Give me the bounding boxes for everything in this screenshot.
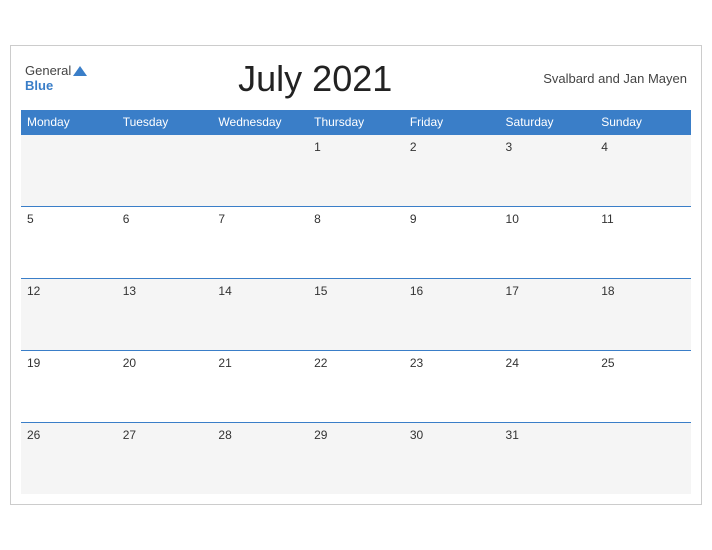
calendar-cell: 27	[117, 422, 213, 494]
week-row-2: 5 6 7 8 9 10 11	[21, 206, 691, 278]
calendar-cell: 4	[595, 134, 691, 206]
day-number: 24	[506, 356, 519, 370]
header-tuesday: Tuesday	[117, 110, 213, 135]
header-thursday: Thursday	[308, 110, 404, 135]
calendar-table: Monday Tuesday Wednesday Thursday Friday…	[21, 110, 691, 495]
calendar-cell: 15	[308, 278, 404, 350]
day-number: 1	[314, 140, 321, 154]
week-row-3: 12 13 14 15 16 17 18	[21, 278, 691, 350]
day-number: 4	[601, 140, 608, 154]
calendar-cell: 22	[308, 350, 404, 422]
day-number: 14	[218, 284, 231, 298]
weekday-header-row: Monday Tuesday Wednesday Thursday Friday…	[21, 110, 691, 135]
calendar-cell: 11	[595, 206, 691, 278]
day-number: 15	[314, 284, 327, 298]
logo-triangle-icon	[73, 66, 87, 76]
calendar-header: General Blue July 2021 Svalbard and Jan …	[21, 58, 691, 100]
calendar-cell: 16	[404, 278, 500, 350]
header-saturday: Saturday	[500, 110, 596, 135]
header-wednesday: Wednesday	[212, 110, 308, 135]
calendar-cell	[595, 422, 691, 494]
day-number: 3	[506, 140, 513, 154]
calendar-title: July 2021	[87, 58, 543, 100]
calendar-cell: 6	[117, 206, 213, 278]
logo: General Blue	[25, 64, 87, 93]
calendar-cell: 20	[117, 350, 213, 422]
calendar-cell: 5	[21, 206, 117, 278]
day-number: 25	[601, 356, 614, 370]
calendar-cell: 2	[404, 134, 500, 206]
logo-blue-text: Blue	[25, 79, 87, 93]
calendar-cell: 8	[308, 206, 404, 278]
calendar-cell: 29	[308, 422, 404, 494]
calendar-cell: 19	[21, 350, 117, 422]
calendar-cell: 17	[500, 278, 596, 350]
week-row-5: 26 27 28 29 30 31	[21, 422, 691, 494]
day-number: 16	[410, 284, 423, 298]
day-number: 21	[218, 356, 231, 370]
header-monday: Monday	[21, 110, 117, 135]
week-row-4: 19 20 21 22 23 24 25	[21, 350, 691, 422]
day-number: 9	[410, 212, 417, 226]
day-number: 18	[601, 284, 614, 298]
day-number: 28	[218, 428, 231, 442]
calendar-cell: 31	[500, 422, 596, 494]
logo-general-text: General	[25, 64, 87, 78]
day-number: 10	[506, 212, 519, 226]
calendar-cell	[21, 134, 117, 206]
day-number: 12	[27, 284, 40, 298]
day-number: 2	[410, 140, 417, 154]
calendar-cell: 21	[212, 350, 308, 422]
day-number: 17	[506, 284, 519, 298]
day-number: 7	[218, 212, 225, 226]
calendar: General Blue July 2021 Svalbard and Jan …	[10, 45, 702, 506]
calendar-cell: 1	[308, 134, 404, 206]
calendar-cell: 7	[212, 206, 308, 278]
header-friday: Friday	[404, 110, 500, 135]
day-number: 5	[27, 212, 34, 226]
calendar-cell: 30	[404, 422, 500, 494]
calendar-cell: 12	[21, 278, 117, 350]
calendar-cell: 10	[500, 206, 596, 278]
calendar-cell: 23	[404, 350, 500, 422]
day-number: 11	[601, 212, 613, 226]
calendar-cell: 18	[595, 278, 691, 350]
day-number: 30	[410, 428, 423, 442]
calendar-region: Svalbard and Jan Mayen	[543, 71, 687, 86]
day-number: 26	[27, 428, 40, 442]
day-number: 22	[314, 356, 327, 370]
calendar-cell: 24	[500, 350, 596, 422]
week-row-1: 1 2 3 4	[21, 134, 691, 206]
calendar-cell: 14	[212, 278, 308, 350]
calendar-cell: 25	[595, 350, 691, 422]
calendar-cell: 13	[117, 278, 213, 350]
day-number: 20	[123, 356, 136, 370]
header-sunday: Sunday	[595, 110, 691, 135]
day-number: 23	[410, 356, 423, 370]
day-number: 19	[27, 356, 40, 370]
day-number: 27	[123, 428, 136, 442]
day-number: 29	[314, 428, 327, 442]
calendar-cell: 28	[212, 422, 308, 494]
day-number: 8	[314, 212, 321, 226]
calendar-cell	[212, 134, 308, 206]
calendar-cell: 9	[404, 206, 500, 278]
calendar-cell: 26	[21, 422, 117, 494]
day-number: 31	[506, 428, 519, 442]
day-number: 13	[123, 284, 136, 298]
calendar-cell: 3	[500, 134, 596, 206]
day-number: 6	[123, 212, 130, 226]
calendar-cell	[117, 134, 213, 206]
